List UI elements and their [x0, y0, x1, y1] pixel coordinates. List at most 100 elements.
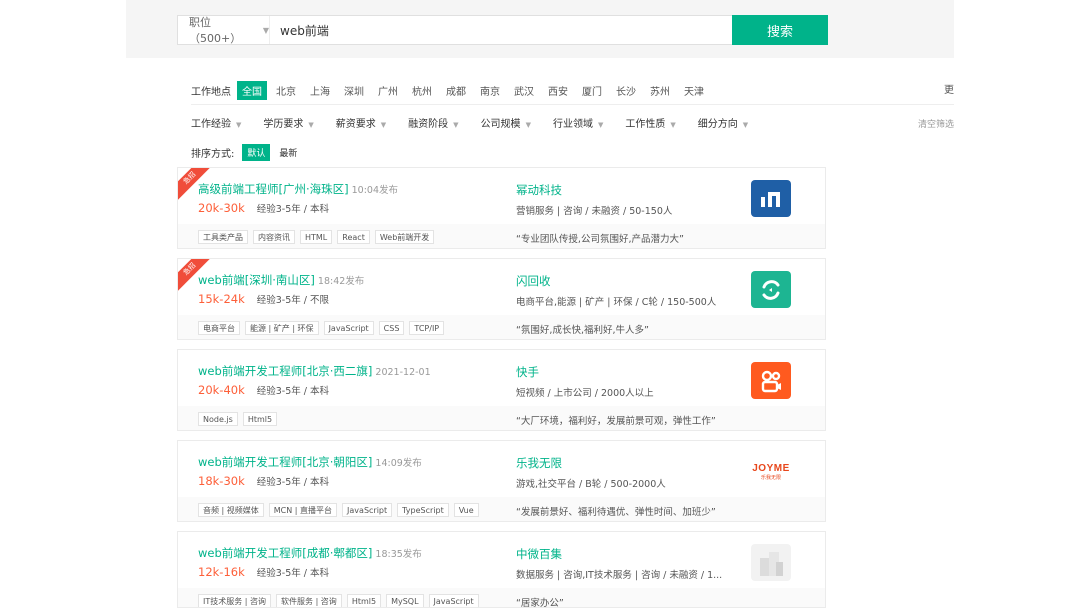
- job-tag: 能源 | 矿产 | 环保: [245, 321, 319, 335]
- job-tag: 电商平台: [198, 321, 240, 335]
- company-info: 游戏,社交平台 / B轮 / 500-2000人: [516, 479, 666, 490]
- search-input[interactable]: [270, 16, 732, 44]
- job-title-link[interactable]: web前端开发工程师[北京·朝阳区]: [198, 455, 372, 469]
- job-card[interactable]: web前端开发工程师[北京·西二旗] 2021-12-01 20k-40k 经验3-…: [177, 349, 826, 431]
- filter-dropdown-salary[interactable]: 薪资要求 ▼: [336, 115, 386, 130]
- job-title-link[interactable]: web前端开发工程师[成都·郫都区]: [198, 546, 372, 560]
- job-title-link[interactable]: 高级前端工程师[广州·海珠区]: [198, 182, 349, 196]
- job-post-time: 14:09发布: [375, 458, 422, 469]
- city-option[interactable]: 苏州: [645, 81, 675, 100]
- city-option[interactable]: 长沙: [611, 81, 641, 100]
- company-name-link[interactable]: 闪回收: [516, 273, 551, 289]
- city-option[interactable]: 杭州: [407, 81, 437, 100]
- filter-dropdown-industry[interactable]: 行业领域 ▼: [553, 115, 603, 130]
- city-option[interactable]: 北京: [271, 81, 301, 100]
- job-tag: CSS: [378, 321, 405, 335]
- job-post-time: 18:35发布: [375, 549, 422, 560]
- company-logo-text: JOYME: [752, 462, 790, 474]
- city-option[interactable]: 南京: [475, 81, 505, 100]
- company-logo-icon: [761, 191, 780, 207]
- job-card-footer: Node.js Html5 “大厂环境，福利好，发展前景可观，弹性工作”: [178, 406, 825, 430]
- job-card-main: web前端开发工程师[北京·朝阳区] 14:09发布 18k-30k 经验3-5年 …: [178, 441, 825, 497]
- company-slogan: “氛围好,成长快,福利好,牛人多”: [516, 325, 649, 336]
- chevron-down-icon: ▼: [308, 121, 314, 129]
- filter-dropdown-experience[interactable]: 工作经验 ▼: [191, 115, 241, 130]
- chevron-down-icon: ▼: [380, 121, 387, 129]
- company-info: 短视频 / 上市公司 / 2000人以上: [516, 388, 654, 399]
- job-card[interactable]: web前端开发工程师[北京·朝阳区] 14:09发布 18k-30k 经验3-5年 …: [177, 440, 826, 522]
- city-option[interactable]: 成都: [441, 81, 471, 100]
- city-option[interactable]: 西安: [543, 81, 573, 100]
- job-card-main: 急招 高级前端工程师[广州·海珠区] 10:04发布 20k-30k 经验3-5年 …: [178, 168, 825, 224]
- search-type-select[interactable]: 职位（500+） ▼: [178, 16, 270, 45]
- chevron-down-icon: ▼: [742, 121, 749, 129]
- company-logo[interactable]: [751, 544, 791, 581]
- city-option[interactable]: 武汉: [509, 81, 539, 100]
- city-option[interactable]: 厦门: [577, 81, 607, 100]
- job-tag: Node.js: [198, 412, 238, 426]
- city-option[interactable]: 深圳: [339, 81, 369, 100]
- company-logo[interactable]: [751, 271, 791, 308]
- job-card-footer: 工具类产品 内容资讯 HTML React Web前端开发 “专业团队传授,公司…: [178, 224, 825, 248]
- company-name-link[interactable]: 幂动科技: [516, 182, 562, 198]
- filter-dropdown-label: 细分方向: [697, 119, 738, 130]
- company-name-link[interactable]: 快手: [516, 364, 539, 380]
- filter-dropdown-label: 融资阶段: [408, 119, 449, 130]
- job-title-line: web前端开发工程师[北京·朝阳区] 14:09发布: [198, 454, 422, 470]
- job-tag: JavaScript: [342, 503, 393, 517]
- job-post-time: 2021-12-01: [375, 367, 431, 378]
- filter-dropdown-direction[interactable]: 细分方向 ▼: [698, 115, 748, 130]
- job-requirements: 经验3-5年 / 本科: [256, 477, 330, 488]
- city-option[interactable]: 天津: [679, 81, 709, 100]
- company-logo[interactable]: [751, 180, 791, 217]
- clear-filters-link[interactable]: 清空筛选: [918, 117, 954, 130]
- company-logo[interactable]: [751, 362, 791, 399]
- job-card[interactable]: web前端开发工程师[成都·郫都区] 18:35发布 12k-16k 经验3-5年 …: [177, 531, 826, 608]
- job-tag: 工具类产品: [198, 230, 248, 244]
- job-requirements: 经验3-5年 / 不限: [256, 295, 330, 306]
- job-tag: Vue: [453, 503, 479, 517]
- city-option[interactable]: 广州: [373, 81, 403, 100]
- job-title-link[interactable]: web前端开发工程师[北京·西二旗]: [198, 364, 372, 378]
- city-filter-row: 工作地点 全国 北京 上海 深圳 广州 杭州 成都 南京 武汉 西安 厦门 长沙…: [191, 80, 713, 100]
- search-bar: 职位（500+） ▼ 搜索: [177, 15, 828, 45]
- company-slogan: “居家办公”: [516, 598, 564, 608]
- job-tag: Html5: [242, 412, 278, 426]
- filter-dropdown-education[interactable]: 学历要求 ▼: [263, 115, 313, 130]
- search-type-label: 职位（500+）: [189, 16, 242, 45]
- job-tag: TCP/IP: [409, 321, 445, 335]
- filter-dropdown-job-nature[interactable]: 工作性质 ▼: [625, 115, 675, 130]
- job-requirements: 经验3-5年 / 本科: [256, 568, 330, 579]
- company-logo[interactable]: JOYME 乐我无限: [751, 453, 791, 490]
- job-salary: 12k-16k: [198, 565, 245, 579]
- filter-dropdown-label: 工作性质: [625, 119, 666, 130]
- company-slogan: “大厂环境，福利好，发展前景可观，弹性工作”: [516, 416, 716, 427]
- job-salary: 15k-24k: [198, 292, 245, 306]
- job-tags: 电商平台 能源 | 矿产 | 环保 JavaScript CSS TCP/IP: [198, 321, 449, 335]
- job-card-footer: IT技术服务 | 咨询 软件服务 | 咨询 Html5 MySQL JavaSc…: [178, 588, 825, 608]
- job-salary: 20k-40k: [198, 383, 245, 397]
- job-title-link[interactable]: web前端[深圳·南山区]: [198, 273, 315, 287]
- filter-dropdown-company-size[interactable]: 公司规模 ▼: [481, 115, 531, 130]
- search-button[interactable]: 搜索: [732, 15, 828, 45]
- job-card[interactable]: 急招 高级前端工程师[广州·海珠区] 10:04发布 20k-30k 经验3-5年 …: [177, 167, 826, 249]
- company-name-link[interactable]: 中微百集: [516, 546, 562, 562]
- sort-option-latest[interactable]: 最新: [274, 144, 302, 161]
- job-requirements: 经验3-5年 / 本科: [256, 204, 330, 215]
- job-requirements: 经验3-5年 / 本科: [256, 386, 330, 397]
- job-tag: IT技术服务 | 咨询: [198, 594, 272, 607]
- job-card-footer: 音频 | 视频媒体 MCN | 直播平台 JavaScript TypeScri…: [178, 497, 825, 521]
- city-option[interactable]: 上海: [305, 81, 335, 100]
- company-name-link[interactable]: 乐我无限: [516, 455, 562, 471]
- chevron-down-icon: ▼: [453, 121, 459, 129]
- more-cities-link[interactable]: 更: [944, 81, 954, 96]
- city-option[interactable]: 全国: [237, 80, 267, 100]
- filter-dropdown-label: 工作经验: [191, 119, 231, 130]
- filter-dropdown-label: 公司规模: [480, 119, 521, 130]
- job-card[interactable]: 急招 web前端[深圳·南山区] 18:42发布 15k-24k 经验3-5年 / …: [177, 258, 826, 340]
- filter-dropdown-funding[interactable]: 融资阶段 ▼: [408, 115, 458, 130]
- sort-option-default[interactable]: 默认: [242, 144, 271, 161]
- job-title-line: 高级前端工程师[广州·海珠区] 10:04发布: [198, 181, 398, 197]
- job-title-line: web前端开发工程师[北京·西二旗] 2021-12-01: [198, 363, 431, 379]
- company-info: 数据服务 | 咨询,IT技术服务 | 咨询 / 未融资 / 1...: [516, 570, 723, 581]
